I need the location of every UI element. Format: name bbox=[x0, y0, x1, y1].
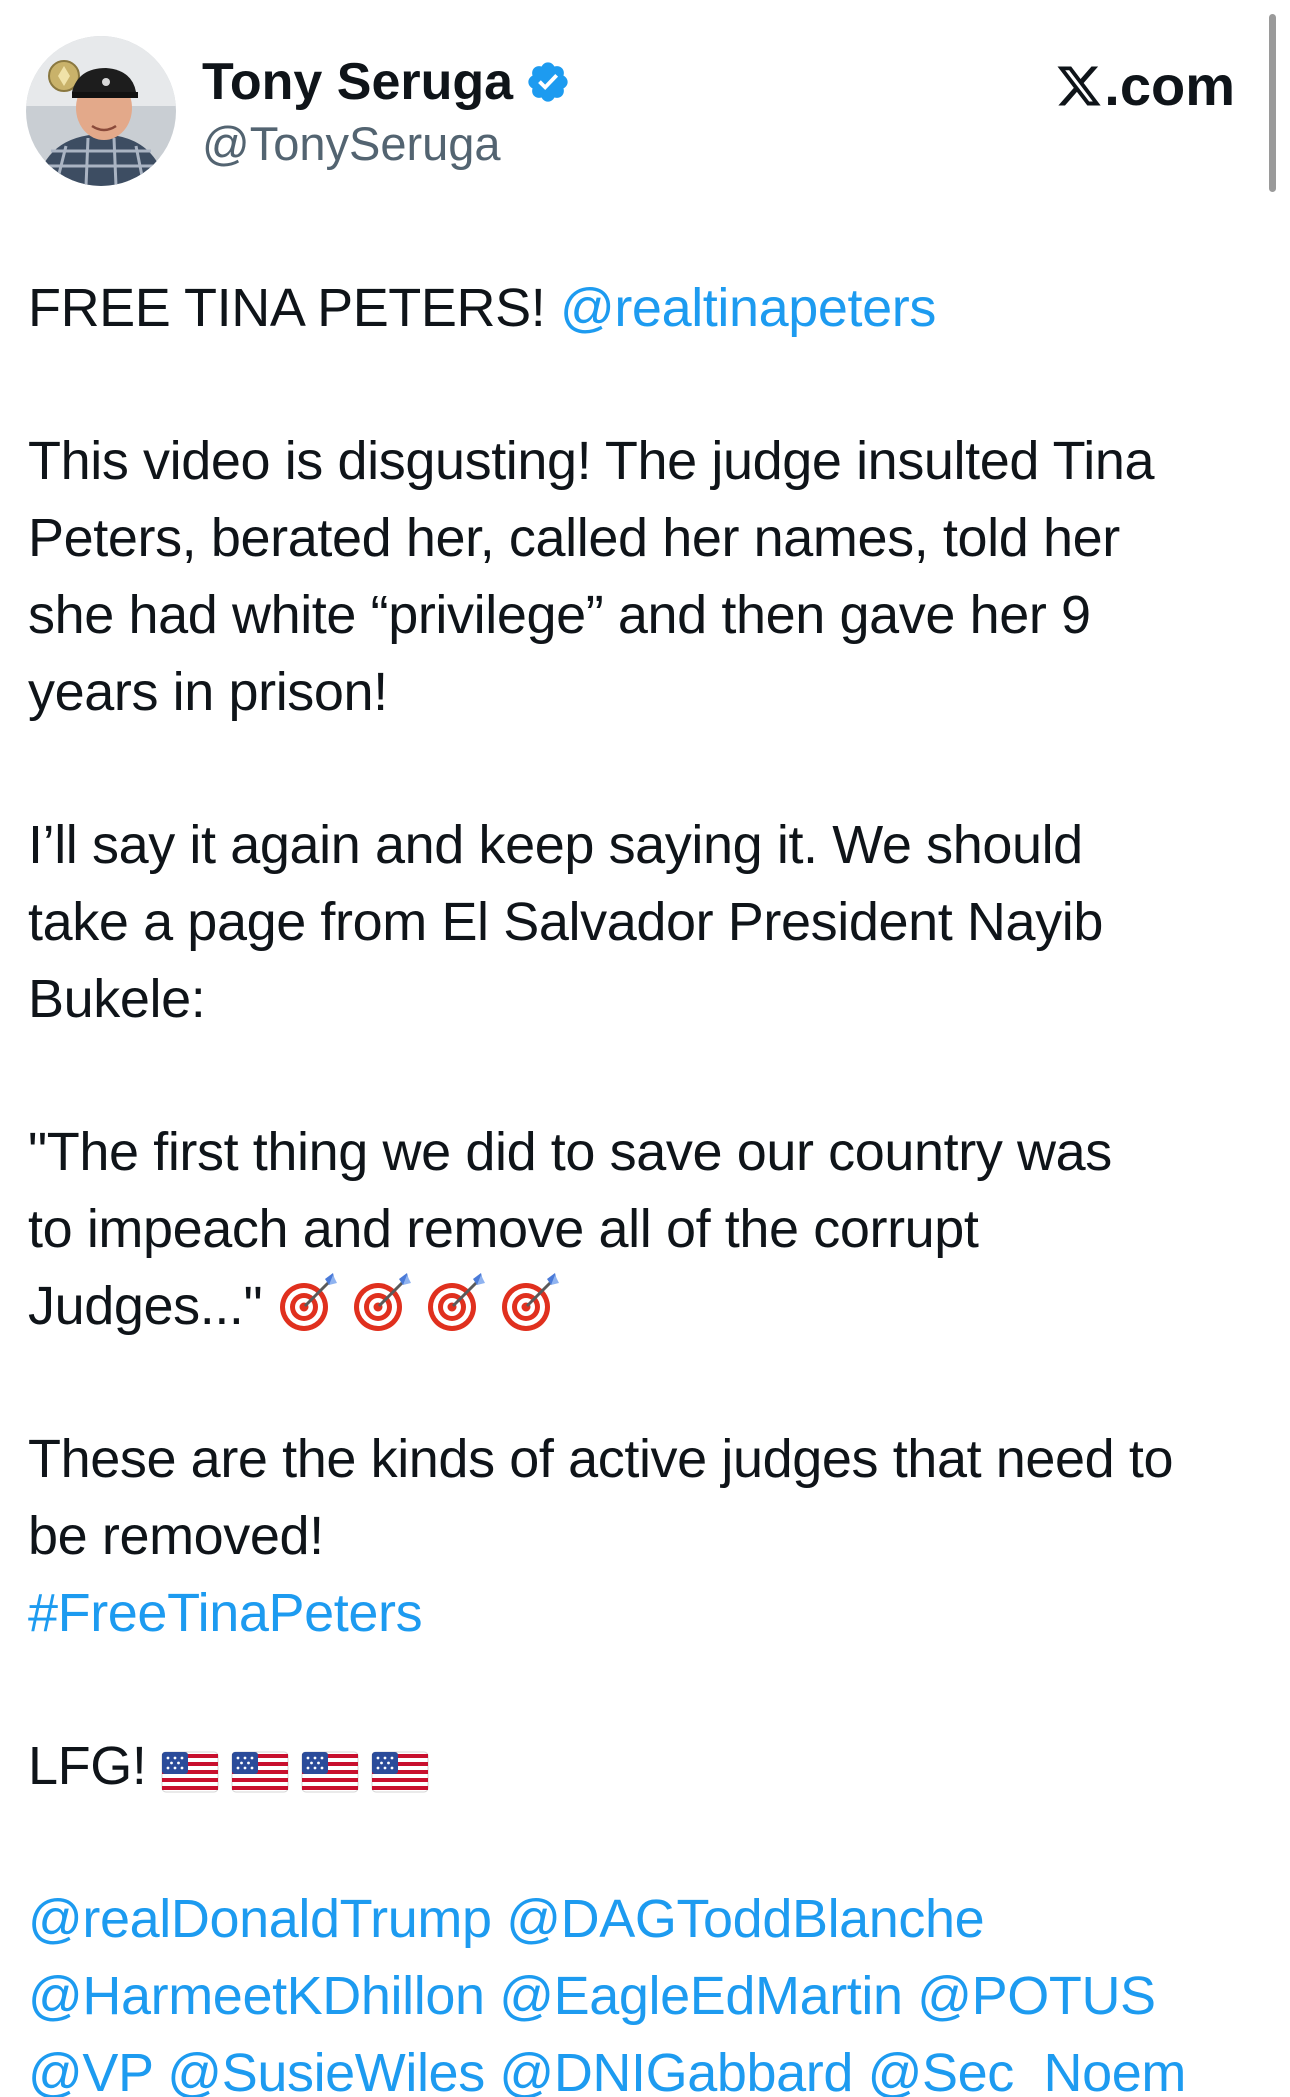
mentions-line: @realDonaldTrump @DAGToddBlanche bbox=[28, 1881, 1268, 1958]
author-name-row[interactable]: Tony Seruga bbox=[202, 52, 571, 112]
post-quote-end-line: Judges..." bbox=[28, 1268, 1268, 1345]
mention-link[interactable]: @realDonaldTrump bbox=[28, 1889, 492, 1949]
mention-link[interactable]: @Sec_Noem bbox=[868, 2043, 1187, 2097]
direct-hit-icon bbox=[351, 1271, 413, 1333]
brand-label: .com bbox=[1104, 54, 1235, 117]
mention-link[interactable]: @EagleEdMartin bbox=[499, 1966, 903, 2026]
direct-hit-icon bbox=[499, 1271, 561, 1333]
post-paragraph-6: LFG! bbox=[28, 1728, 1268, 1805]
post-text-line: I’ll say it again and keep saying it. We… bbox=[28, 815, 1083, 875]
direct-hit-icon bbox=[425, 1271, 487, 1333]
post-text-line: years in prison! bbox=[28, 662, 388, 722]
us-flag-icon bbox=[371, 1751, 429, 1793]
author-name[interactable]: Tony Seruga bbox=[202, 52, 513, 112]
x-logo-icon bbox=[1057, 66, 1101, 106]
mention-link[interactable]: @HarmeetKDhillon bbox=[28, 1966, 485, 2026]
post-text-line: Judges..." bbox=[28, 1276, 263, 1336]
post-headline: FREE TINA PETERS! bbox=[28, 278, 546, 338]
post-text-line: These are the kinds of active judges tha… bbox=[28, 1429, 1174, 1489]
mention-link[interactable]: @DAGToddBlanche bbox=[506, 1889, 984, 1949]
post-paragraph-3: I’ll say it again and keep saying it. We… bbox=[28, 807, 1268, 1038]
post-text-line: Bukele: bbox=[28, 969, 206, 1029]
mention-link[interactable]: @DNIGabbard bbox=[499, 2043, 853, 2097]
mentions-line: @HarmeetKDhillon @EagleEdMartin @POTUS bbox=[28, 1958, 1268, 2035]
us-flag-icon bbox=[161, 1751, 219, 1793]
post-mentions: @realDonaldTrump @DAGToddBlanche @Harmee… bbox=[28, 1881, 1268, 2097]
mention-link[interactable]: @POTUS bbox=[917, 1966, 1156, 2026]
post-paragraph-1: FREE TINA PETERS! @realtinapeters bbox=[28, 270, 1268, 347]
mentions-line: @VP @SusieWiles @DNIGabbard @Sec_Noem bbox=[28, 2035, 1268, 2097]
scrollbar[interactable] bbox=[1269, 14, 1276, 192]
post-text-line: be removed! bbox=[28, 1506, 324, 1566]
post-paragraph-5: These are the kinds of active judges tha… bbox=[28, 1421, 1268, 1652]
us-flag-icon bbox=[231, 1751, 289, 1793]
direct-hit-icon bbox=[277, 1271, 339, 1333]
post-text-line: This video is disgusting! The judge insu… bbox=[28, 431, 1155, 491]
post-text-line: she had white “privilege” and then gave … bbox=[28, 585, 1091, 645]
hashtag-link[interactable]: #FreeTinaPeters bbox=[28, 1575, 1268, 1652]
post-paragraph-2: This video is disgusting! The judge insu… bbox=[28, 423, 1268, 731]
brand-watermark: .com bbox=[1055, 54, 1235, 118]
mention-link[interactable]: @realtinapeters bbox=[560, 278, 936, 338]
avatar[interactable] bbox=[26, 36, 176, 186]
mention-link[interactable]: @VP bbox=[28, 2043, 153, 2097]
post-paragraph-4: "The first thing we did to save our coun… bbox=[28, 1114, 1268, 1345]
post-text-line: Peters, berated her, called her names, t… bbox=[28, 508, 1120, 568]
post-text-line: take a page from El Salvador President N… bbox=[28, 892, 1103, 952]
verified-badge-icon bbox=[528, 62, 568, 102]
us-flag-icon bbox=[301, 1751, 359, 1793]
author-handle[interactable]: @TonySeruga bbox=[202, 116, 501, 172]
post-body: FREE TINA PETERS! @realtinapeters This v… bbox=[28, 270, 1268, 2097]
mention-link[interactable]: @SusieWiles bbox=[167, 2043, 485, 2097]
post-lfg-text: LFG! bbox=[28, 1736, 147, 1796]
post-text-line: "The first thing we did to save our coun… bbox=[28, 1122, 1112, 1182]
post-text-line: to impeach and remove all of the corrupt bbox=[28, 1199, 979, 1259]
